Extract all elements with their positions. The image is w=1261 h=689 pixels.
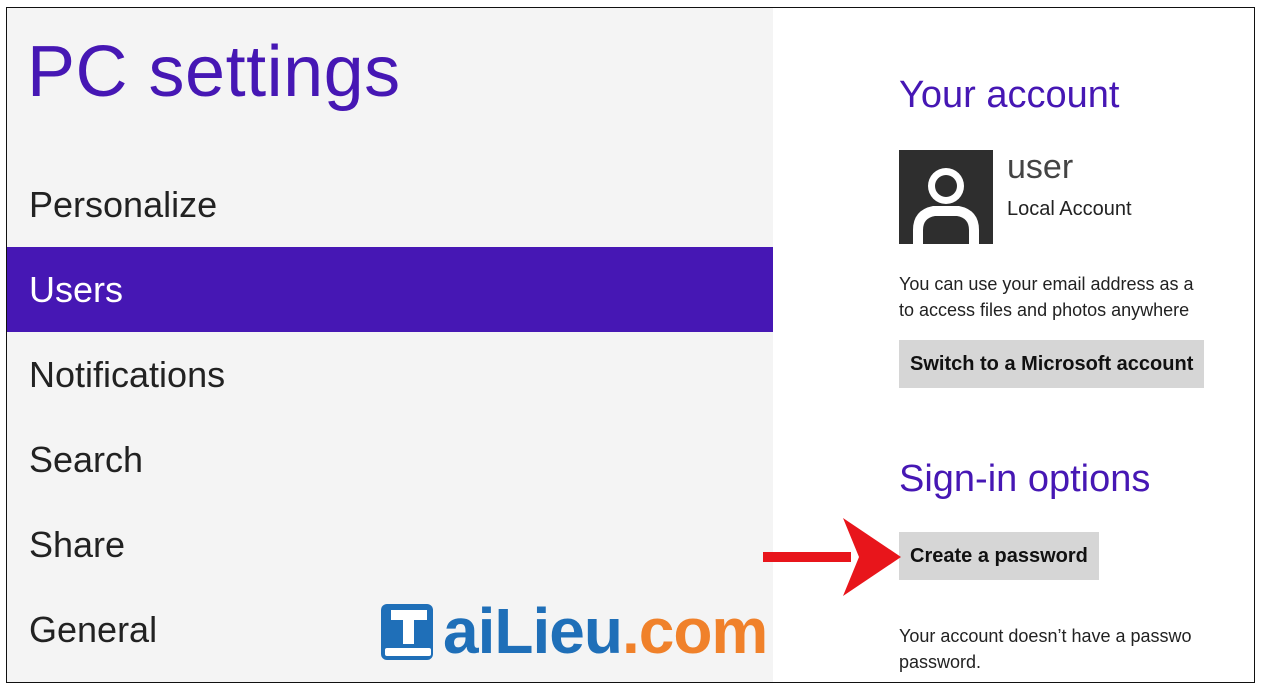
account-info-text: You can use your email address as a to a… — [899, 271, 1254, 323]
nav-item-label: Notifications — [29, 353, 226, 395]
nav-item-label: Share — [29, 523, 126, 565]
nav-item-share[interactable]: Share — [7, 502, 773, 587]
nav-item-label: Personalize — [29, 183, 218, 225]
settings-window: PC settings Personalize Users Notificati… — [6, 7, 1255, 683]
left-pane: PC settings Personalize Users Notificati… — [7, 8, 773, 682]
tailieu-watermark: aiLieu .com — [379, 592, 768, 670]
watermark-text-domain: .com — [621, 595, 768, 667]
nav-item-personalize[interactable]: Personalize — [7, 162, 773, 247]
switch-to-microsoft-account-button[interactable]: Switch to a Microsoft account — [899, 340, 1205, 388]
account-info-line: to access files and photos anywhere — [899, 300, 1190, 320]
watermark-text-main: aiLieu — [443, 595, 623, 667]
sign-in-options-heading: Sign-in options — [899, 458, 1151, 500]
nav-item-label: Search — [29, 438, 144, 480]
create-password-button[interactable]: Create a password — [899, 532, 1099, 580]
book-t-logo-icon — [381, 604, 433, 660]
signin-info-text: Your account doesn’t have a passwo passw… — [899, 623, 1254, 675]
nav-item-notifications[interactable]: Notifications — [7, 332, 773, 417]
account-info-line: You can use your email address as a — [899, 274, 1194, 294]
user-silhouette-icon — [899, 150, 993, 244]
page-title: PC settings — [27, 32, 401, 112]
nav-item-search[interactable]: Search — [7, 417, 773, 502]
nav-item-label: General — [29, 608, 158, 650]
your-account-heading: Your account — [899, 74, 1120, 116]
red-arrow-right-icon — [763, 516, 903, 605]
user-name: user — [1007, 148, 1074, 186]
account-type: Local Account — [1007, 198, 1132, 220]
signin-info-line: Your account doesn’t have a passwo — [899, 626, 1192, 646]
nav-item-label: Users — [29, 268, 124, 310]
signin-info-line: password. — [899, 652, 982, 672]
nav-item-users[interactable]: Users — [7, 247, 773, 332]
